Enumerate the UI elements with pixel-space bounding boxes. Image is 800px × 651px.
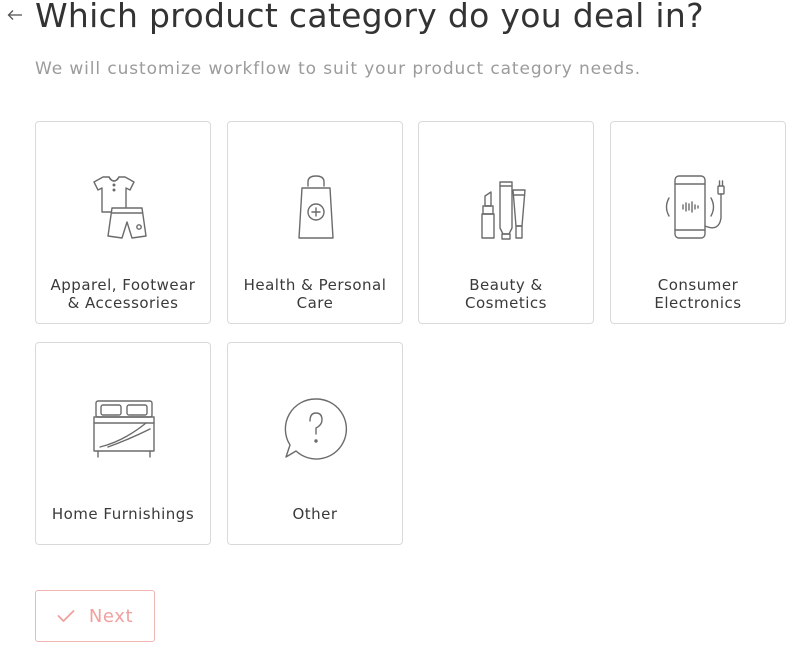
health-bag-icon <box>276 168 356 248</box>
apparel-icon <box>84 168 164 248</box>
category-label-line1: Home Furnishings <box>51 505 195 523</box>
category-card-home[interactable]: Home Furnishings <box>35 342 211 545</box>
category-label-line2: Electronics <box>654 294 742 312</box>
category-card-beauty[interactable]: Beauty & Cosmetics <box>418 121 594 324</box>
category-label: Home Furnishings <box>42 505 204 523</box>
category-label-line2: Cosmetics <box>465 294 547 312</box>
category-label: Other <box>234 505 396 523</box>
category-label: Beauty & Cosmetics <box>425 276 587 312</box>
category-label-line2: & Accessories <box>67 294 179 312</box>
category-label-line1: Other <box>292 505 338 523</box>
category-label-line1: Consumer <box>657 276 739 294</box>
question-bubble-icon <box>276 389 356 469</box>
checkmark-icon <box>57 609 75 623</box>
next-button[interactable]: Next <box>35 590 155 642</box>
category-card-health[interactable]: Health & Personal Care <box>227 121 403 324</box>
next-label: Next <box>88 605 134 627</box>
category-label-line1: Health & Personal <box>243 276 387 294</box>
category-card-other[interactable]: Other <box>227 342 403 545</box>
category-card-electronics[interactable]: Consumer Electronics <box>610 121 786 324</box>
category-label: Consumer Electronics <box>617 276 779 312</box>
category-label-line1: Beauty & <box>469 276 543 294</box>
cosmetics-icon <box>467 168 547 248</box>
category-card-apparel[interactable]: Apparel, Footwear & Accessories <box>35 121 211 324</box>
arrow-left-icon <box>7 6 23 25</box>
category-label: Health & Personal Care <box>234 276 396 312</box>
bed-icon <box>84 389 164 469</box>
category-label-line2: Care <box>296 294 334 312</box>
category-label: Apparel, Footwear & Accessories <box>42 276 204 312</box>
category-label-line1: Apparel, Footwear <box>50 276 196 294</box>
back-button[interactable] <box>4 2 26 28</box>
page-subtitle: We will customize workflow to suit your … <box>35 59 642 79</box>
smartphone-charger-icon <box>659 168 739 248</box>
page-title: Which product category do you deal in? <box>35 0 704 35</box>
